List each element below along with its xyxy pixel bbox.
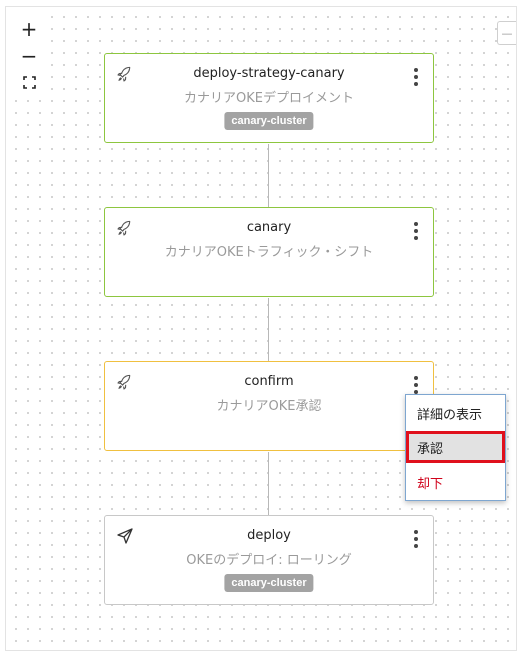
- more-options-icon[interactable]: [413, 68, 419, 86]
- stage-subtitle: OKEのデプロイ: ローリング: [186, 553, 352, 568]
- stage-subtitle: カナリアOKE承認: [216, 399, 322, 414]
- stage-title: confirm: [244, 374, 294, 389]
- stage-title: canary: [246, 220, 292, 235]
- stage-node-canary[interactable]: canary カナリアOKEトラフィック・シフト: [104, 207, 434, 297]
- fit-view-button[interactable]: [14, 69, 44, 96]
- fit-view-icon: [22, 76, 36, 89]
- stage-title: deploy: [247, 528, 291, 543]
- minimap-toggle-button[interactable]: —: [497, 21, 516, 45]
- pipeline-edge: [268, 452, 269, 515]
- rocket-icon: [117, 66, 131, 82]
- pipeline-edge: [268, 144, 269, 207]
- rocket-icon: [117, 374, 131, 390]
- cluster-badge: canary-cluster: [224, 112, 314, 130]
- minimize-icon: —: [501, 26, 513, 40]
- stage-node-deploy-strategy-canary[interactable]: deploy-strategy-canary カナリアOKEデプロイメント ca…: [104, 53, 434, 143]
- menu-item-label: 詳細の表示: [417, 407, 483, 423]
- more-options-icon[interactable]: [413, 222, 419, 240]
- menu-item-label: 却下: [417, 476, 444, 492]
- minus-icon: −: [20, 43, 38, 68]
- stage-title: deploy-strategy-canary: [193, 66, 345, 81]
- stage-context-menu: 詳細の表示 承認 却下: [405, 394, 506, 501]
- rocket-icon: [117, 220, 131, 236]
- menu-item-reject[interactable]: 却下: [406, 466, 505, 498]
- stage-node-deploy[interactable]: deploy OKEのデプロイ: ローリング canary-cluster: [104, 515, 434, 605]
- pipeline-edge: [268, 298, 269, 361]
- stage-node-confirm[interactable]: confirm カナリアOKE承認: [104, 361, 434, 451]
- plus-icon: +: [20, 16, 38, 41]
- stage-subtitle: カナリアOKEトラフィック・シフト: [164, 245, 374, 260]
- more-options-icon[interactable]: [413, 376, 419, 394]
- send-icon: [117, 528, 133, 544]
- cluster-badge: canary-cluster: [224, 574, 314, 592]
- menu-item-approve[interactable]: 承認: [406, 431, 505, 463]
- more-options-icon[interactable]: [413, 530, 419, 548]
- menu-item-view-details[interactable]: 詳細の表示: [406, 397, 505, 429]
- zoom-controls: + −: [14, 15, 44, 96]
- zoom-out-button[interactable]: −: [14, 42, 44, 69]
- menu-item-label: 承認: [417, 441, 444, 457]
- stage-subtitle: カナリアOKEデプロイメント: [184, 91, 354, 106]
- zoom-in-button[interactable]: +: [14, 15, 44, 42]
